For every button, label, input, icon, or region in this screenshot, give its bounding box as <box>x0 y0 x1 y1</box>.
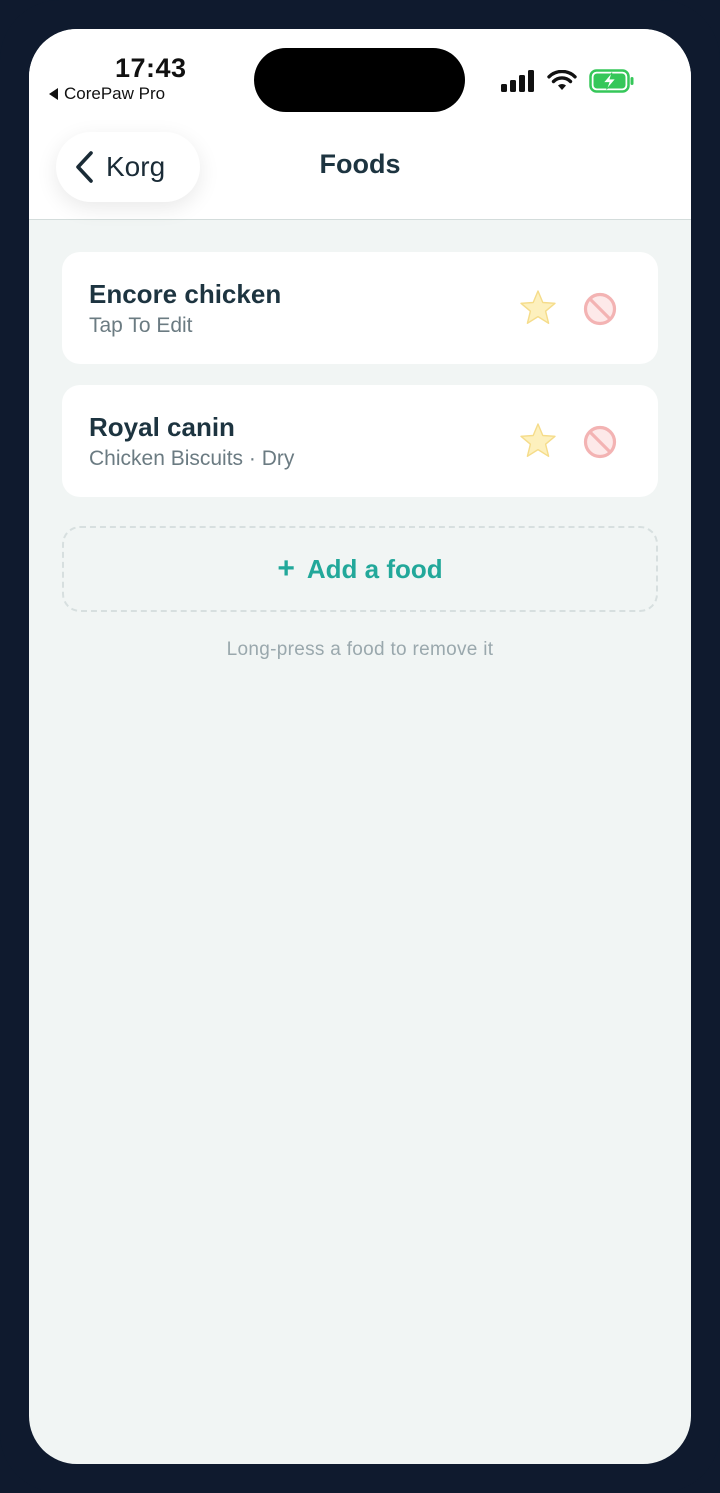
food-card[interactable]: Royal canin Chicken Biscuits · Dry <box>62 385 658 497</box>
food-card[interactable]: Encore chicken Tap To Edit <box>62 252 658 364</box>
add-food-button[interactable]: + Add a food <box>62 526 658 612</box>
remove-hint: Long-press a food to remove it <box>226 639 494 660</box>
status-back-to-app[interactable]: CorePaw Pro <box>49 84 165 104</box>
food-name: Encore chicken <box>89 279 282 309</box>
plus-icon: + <box>277 552 295 585</box>
favorite-star-icon[interactable] <box>518 421 558 461</box>
food-subtitle: Tap To Edit <box>89 314 193 337</box>
back-triangle-icon <box>49 88 58 100</box>
status-back-app-label: CorePaw Pro <box>64 84 166 103</box>
food-name: Royal canin <box>89 412 235 442</box>
status-icons <box>501 69 635 93</box>
phone-frame: 17:43 CorePaw Pro Korg Foods Encore chic… <box>0 0 720 1493</box>
signal-icon <box>501 70 534 92</box>
header-area: 17:43 CorePaw Pro Korg Foods <box>29 29 691 220</box>
add-food-label: Add a food <box>306 553 443 584</box>
dynamic-island <box>254 48 465 112</box>
screen: 17:43 CorePaw Pro Korg Foods Encore chic… <box>29 29 691 1464</box>
wifi-icon <box>547 70 577 90</box>
block-icon[interactable] <box>582 424 618 460</box>
food-subtitle: Chicken Biscuits · Dry <box>89 447 295 470</box>
page-title: Foods <box>319 149 401 179</box>
favorite-star-icon[interactable] <box>518 288 558 328</box>
battery-charging-icon <box>589 69 634 93</box>
status-time: 17:43 <box>115 53 187 83</box>
block-icon[interactable] <box>582 291 618 327</box>
